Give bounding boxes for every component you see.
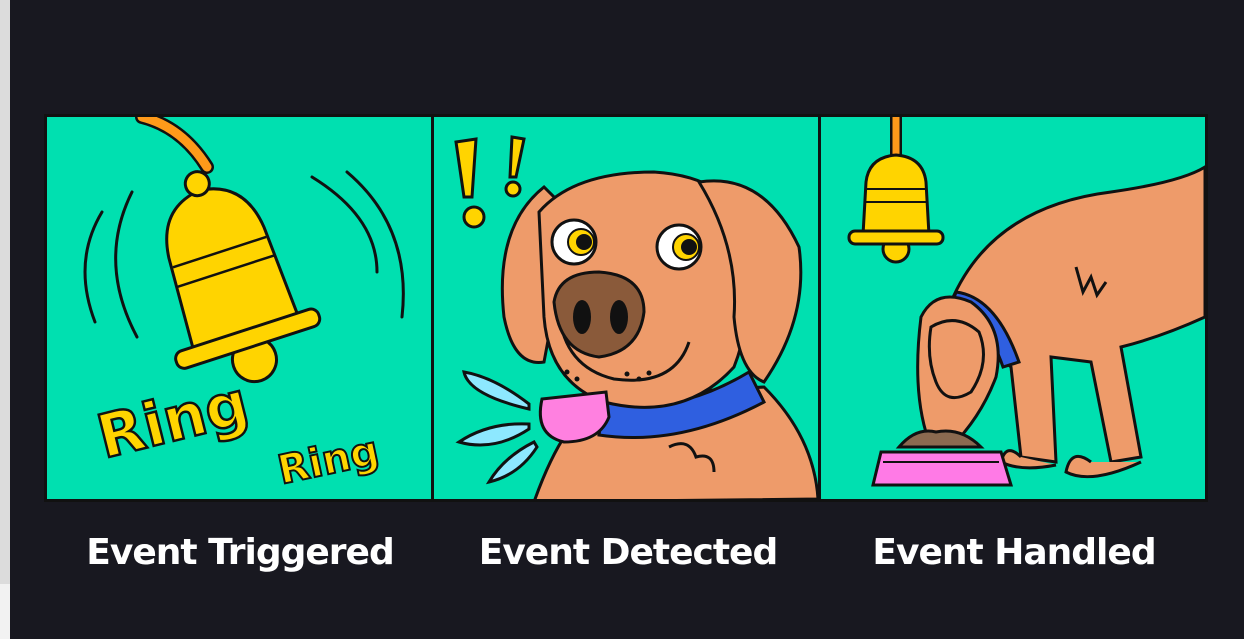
- bell-icon: [165, 170, 322, 384]
- dog-ear: [927, 319, 985, 400]
- caption-event-detected: Event Detected: [478, 532, 779, 573]
- comic-strip: Ring Ring: [44, 114, 1208, 502]
- sound-text-ring-2: Ring: [274, 428, 383, 494]
- panel-event-detected: [434, 117, 818, 499]
- caption-event-triggered: Event Triggered: [86, 532, 394, 573]
- alert-dog-illustration: [454, 135, 818, 499]
- window-edge: [0, 0, 10, 584]
- dog-food: [895, 429, 985, 449]
- bell-icon: [847, 153, 945, 264]
- drool-drops: [455, 370, 539, 485]
- window-edge-bottom: [0, 584, 10, 639]
- panel-event-handled: [821, 117, 1205, 499]
- ringing-bell-illustration: Ring Ring: [83, 117, 405, 495]
- sound-text-ring-1: Ring: [91, 368, 256, 473]
- exclamation-marks: [454, 135, 526, 229]
- eating-dog-illustration: [847, 117, 1205, 487]
- caption-event-handled: Event Handled: [872, 532, 1156, 573]
- food-bowl: [871, 450, 1014, 487]
- panel-event-triggered: Ring Ring: [47, 117, 431, 499]
